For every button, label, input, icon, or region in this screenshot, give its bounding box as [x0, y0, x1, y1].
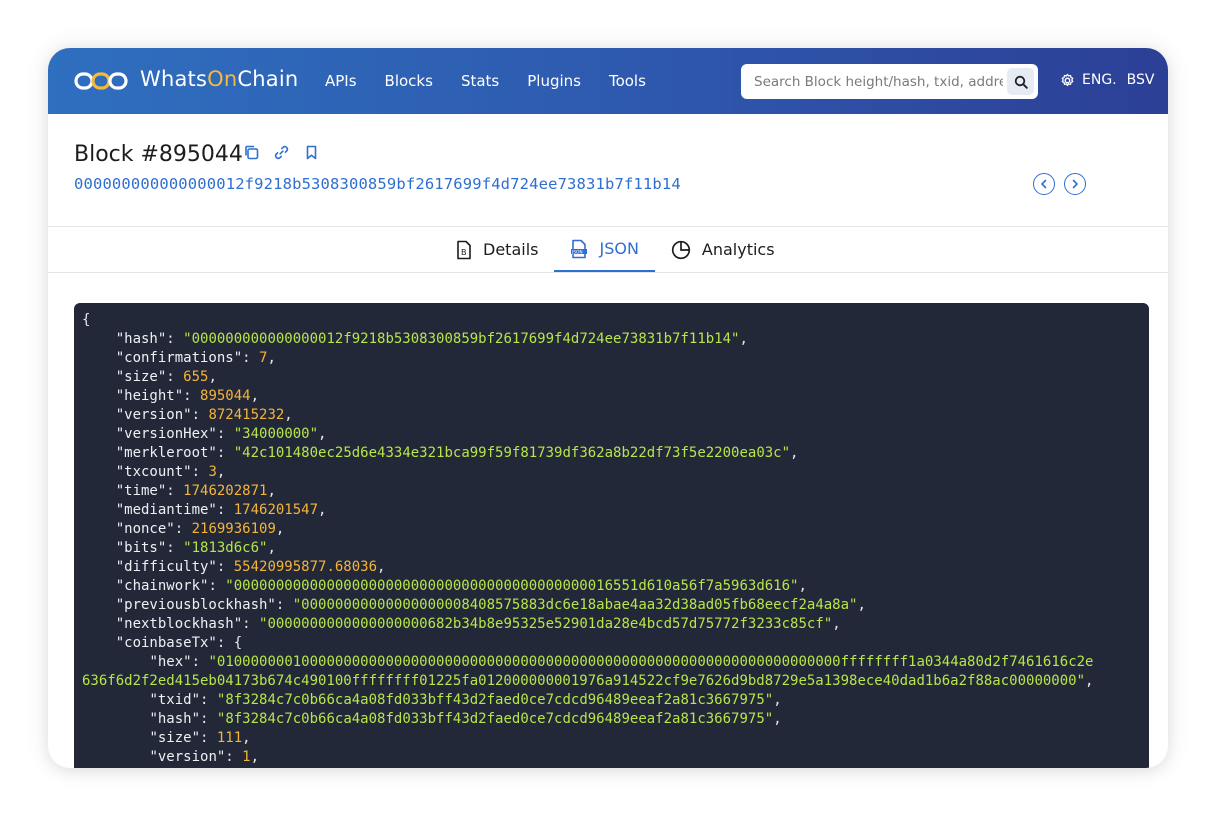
json-time: 1746202871 — [183, 483, 268, 499]
nav-apis[interactable]: APIs — [325, 72, 357, 90]
json-versionhex: 34000000 — [242, 426, 310, 442]
chevron-right-icon — [1072, 179, 1078, 189]
nav-tools[interactable]: Tools — [609, 72, 646, 90]
json-nextblockhash: 0000000000000000000682b34b8e95325e52901d… — [267, 616, 824, 632]
nav-plugins[interactable]: Plugins — [527, 72, 581, 90]
link-icon[interactable] — [273, 144, 290, 161]
search-box — [741, 64, 1038, 99]
json-coinbase-txid: 8f3284c7c0b66ca4a08fd033bff43d2faed0ce7c… — [225, 692, 765, 708]
copy-icon[interactable] — [243, 144, 260, 161]
json-mediantime: 1746201547 — [233, 502, 319, 518]
page-title: Block #895044 — [74, 142, 243, 167]
nav-stats[interactable]: Stats — [461, 72, 499, 90]
gear-icon — [1061, 73, 1074, 86]
tab-analytics-label: Analytics — [701, 240, 775, 259]
chevron-left-icon — [1041, 179, 1047, 189]
json-txcount: 3 — [208, 464, 217, 480]
bookmark-icon[interactable] — [303, 144, 320, 161]
json-confirmations: 7 — [259, 350, 268, 366]
tab-analytics[interactable]: Analytics — [655, 227, 791, 272]
tab-json[interactable]: JSON JSON — [554, 227, 655, 272]
json-coinbase-hash: 8f3284c7c0b66ca4a08fd033bff43d2faed0ce7c… — [225, 711, 765, 727]
pie-chart-icon — [671, 240, 691, 259]
block-tabs: B Details JSON JSON Analytics — [440, 227, 791, 272]
json-version: 872415232 — [208, 407, 285, 423]
previous-block-button[interactable] — [1033, 173, 1055, 195]
json-coinbase-hex-line1: 0100000001000000000000000000000000000000… — [216, 654, 1094, 670]
search-icon — [1014, 75, 1028, 89]
block-hash[interactable]: 000000000000000012f9218b5308300859bf2617… — [74, 175, 681, 193]
svg-text:JSON: JSON — [571, 249, 583, 255]
brand-suffix: Chain — [237, 67, 299, 91]
json-coinbase-version: 1 — [242, 749, 251, 765]
divider — [48, 272, 1168, 273]
json-bits: 1813d6c6 — [191, 540, 260, 556]
json-coinbase-size: 111 — [216, 730, 243, 746]
json-coinbase-hex-line2: 636f6d2f2ed415eb04173b674c490100ffffffff… — [82, 673, 1077, 689]
json-viewer[interactable]: { "hash": "000000000000000012f9218b53083… — [74, 303, 1149, 768]
brand-name[interactable]: WhatsOnChain — [140, 67, 298, 91]
network-label: BSV — [1126, 72, 1155, 88]
json-height: 895044 — [200, 388, 251, 404]
tab-details[interactable]: B Details — [440, 227, 554, 272]
search-button[interactable] — [1007, 68, 1034, 95]
brand-prefix: Whats — [140, 67, 208, 91]
json-nonce: 2169936109 — [191, 521, 276, 537]
json-difficulty: 55420995877.68036 — [233, 559, 378, 575]
document-icon: B — [457, 240, 471, 259]
page-card: WhatsOnChain APIs Blocks Stats Plugins T… — [48, 48, 1168, 768]
top-navbar: WhatsOnChain APIs Blocks Stats Plugins T… — [48, 48, 1168, 114]
json-hash: 000000000000000012f9218b5308300859bf2617… — [191, 331, 732, 347]
json-merkleroot: 42c101480ec25d6e4334e321bca99f59f81739df… — [242, 445, 782, 461]
block-pager — [1033, 173, 1086, 195]
chain-logo-icon — [74, 72, 128, 90]
title-actions — [243, 144, 320, 161]
json-code: { "hash": "000000000000000012f9218b53083… — [82, 312, 1094, 765]
main-nav: APIs Blocks Stats Plugins Tools — [325, 72, 674, 90]
json-file-icon: JSON — [571, 239, 588, 258]
logo[interactable] — [74, 68, 128, 94]
json-previousblockhash: 00000000000000000008408575883dc6e18abae4… — [301, 597, 850, 613]
search-input[interactable] — [741, 65, 1003, 98]
svg-text:B: B — [461, 248, 467, 257]
json-size: 655 — [183, 369, 209, 385]
language-label: ENG. — [1082, 72, 1117, 88]
json-chainwork: 0000000000000000000000000000000000000000… — [233, 578, 791, 594]
brand-highlight: On — [207, 67, 238, 91]
tab-json-label: JSON — [599, 239, 639, 258]
tab-details-label: Details — [483, 240, 539, 259]
nav-blocks[interactable]: Blocks — [385, 72, 433, 90]
settings-language[interactable]: ENG. BSV — [1060, 72, 1154, 88]
next-block-button[interactable] — [1064, 173, 1086, 195]
